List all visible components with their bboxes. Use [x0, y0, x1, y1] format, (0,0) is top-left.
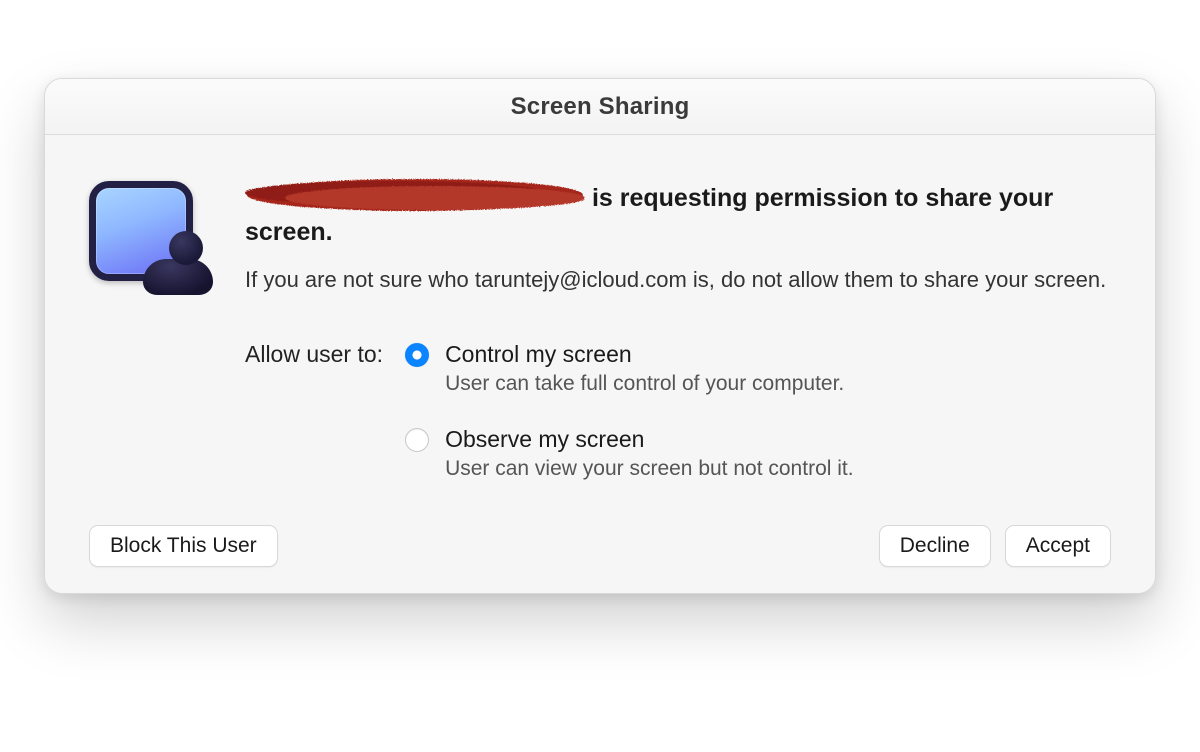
warning-suffix: is, do not allow them to share your scre… — [687, 267, 1106, 292]
screen-sharing-app-icon — [89, 181, 209, 301]
screen-sharing-dialog: Screen Sharing — [44, 78, 1156, 594]
allow-user-to-label: Allow user to: — [245, 341, 383, 368]
decline-button[interactable]: Decline — [879, 525, 991, 567]
permission-options: Allow user to: Control my screen User ca… — [245, 341, 1111, 481]
dialog-footer: Block This User Decline Accept — [89, 525, 1111, 567]
accept-button[interactable]: Accept — [1005, 525, 1111, 567]
request-headline: is requesting permission to share your s… — [245, 175, 1111, 250]
option-description: User can view your screen but not contro… — [445, 457, 854, 481]
radio-control-my-screen[interactable] — [405, 343, 429, 367]
redacted-email-icon — [245, 175, 585, 215]
dialog-title: Screen Sharing — [511, 93, 690, 121]
option-title: Control my screen — [445, 341, 844, 368]
block-this-user-button[interactable]: Block This User — [89, 525, 278, 567]
option-description: User can take full control of your compu… — [445, 372, 844, 396]
dialog-titlebar: Screen Sharing — [45, 79, 1155, 135]
radio-observe-my-screen[interactable] — [405, 428, 429, 452]
warning-email: taruntejy@icloud.com — [475, 267, 687, 292]
option-control-my-screen[interactable]: Control my screen User can take full con… — [405, 341, 854, 396]
warning-text: If you are not sure who taruntejy@icloud… — [245, 264, 1111, 296]
option-title: Observe my screen — [445, 426, 854, 453]
option-observe-my-screen[interactable]: Observe my screen User can view your scr… — [405, 426, 854, 481]
warning-prefix: If you are not sure who — [245, 267, 475, 292]
dialog-body: is requesting permission to share your s… — [45, 135, 1155, 593]
